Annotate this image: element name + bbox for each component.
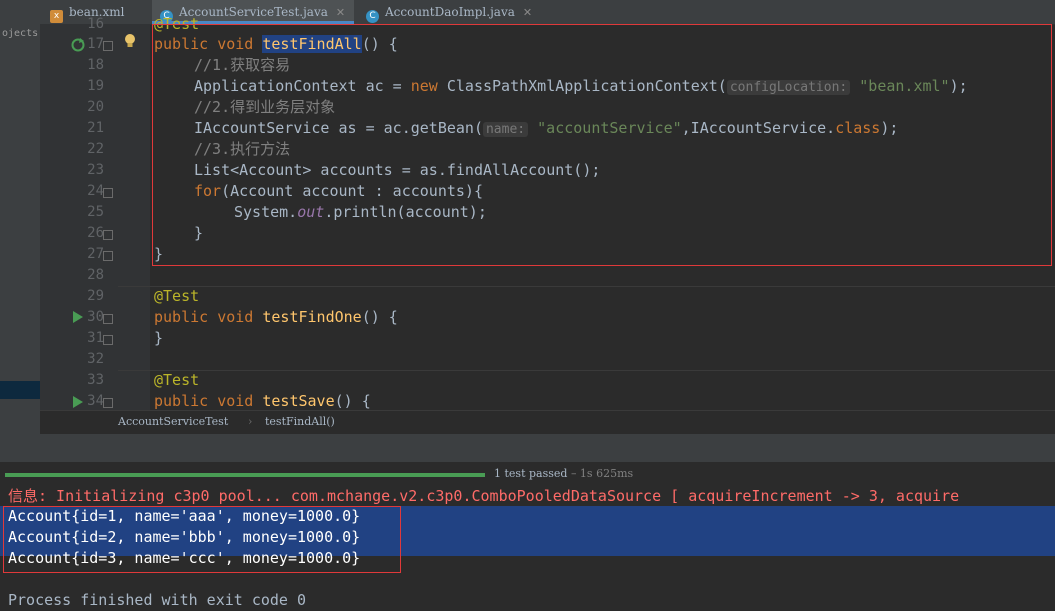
line-number: 28 [87,267,104,283]
code-line: public void testFindOne() { [154,308,398,326]
fold-icon[interactable] [103,41,113,51]
rerun-icon[interactable] [70,37,86,53]
method-separator [118,286,1055,287]
line-number: 21 [87,120,104,136]
fold-icon[interactable] [103,188,113,198]
line-number: 19 [87,78,104,94]
lightbulb-icon[interactable] [123,33,137,49]
method-separator [118,370,1055,371]
close-icon[interactable]: ✕ [336,6,345,19]
run-console[interactable]: 信息: Initializing c3p0 pool... com.mchang… [0,486,1055,611]
run-test-icon[interactable] [73,311,83,323]
code-line: @Test [154,287,200,305]
breadcrumb-method[interactable]: testFindAll() [265,415,335,428]
code-line: } [154,329,164,347]
line-number: 26 [87,225,104,241]
close-icon[interactable]: ✕ [523,6,532,19]
console-log-line: 信息: Initializing c3p0 pool... com.mchang… [8,487,960,505]
tool-window-divider[interactable] [0,434,1055,462]
tab-account-dao-impl[interactable]: C AccountDaoImpl.java ✕ [366,0,532,24]
code-line: @Test [154,371,200,389]
annotation-highlight-box [152,24,1052,266]
tab-label: AccountServiceTest.java [179,5,328,19]
line-number: 24 [87,183,104,199]
run-test-icon[interactable] [73,396,83,408]
line-number: 23 [87,162,104,178]
line-number: 27 [87,246,104,262]
line-number: 16 [87,16,104,32]
line-number: 25 [87,204,104,220]
chevron-right-icon: › [248,415,253,428]
run-toolbar: 1 test passed – 1s 625ms [0,462,1055,486]
java-class-icon: C [366,10,379,23]
project-panel-label: ojects [2,28,39,39]
line-number: 32 [87,351,104,367]
line-number: 29 [87,288,104,304]
code-line: public void testSave() { [154,392,371,410]
console-finished-line: Process finished with exit code 0 [8,591,307,609]
project-panel[interactable]: ojects [0,24,40,434]
tab-label: AccountDaoImpl.java [385,5,515,19]
project-panel-header [0,0,40,24]
fold-icon[interactable] [103,398,113,408]
test-progress-bar [5,473,485,477]
fold-icon[interactable] [103,314,113,324]
line-number: 33 [87,372,104,388]
line-number: 20 [87,99,104,115]
project-selected-row[interactable] [0,381,40,399]
test-status: 1 test passed – 1s 625ms [494,467,634,480]
fold-icon[interactable] [103,335,113,345]
fold-icon[interactable] [103,251,113,261]
test-progress-fill [5,473,485,477]
line-number: 31 [87,330,104,346]
line-number: 22 [87,141,104,157]
output-highlight-box [3,506,401,573]
breadcrumb-class[interactable]: AccountServiceTest [118,415,228,428]
line-number: 30 [87,309,104,325]
fold-icon[interactable] [103,230,113,240]
breadcrumb: AccountServiceTest › testFindAll() [40,410,1055,435]
line-number: 18 [87,57,104,73]
line-number: 34 [87,393,104,409]
